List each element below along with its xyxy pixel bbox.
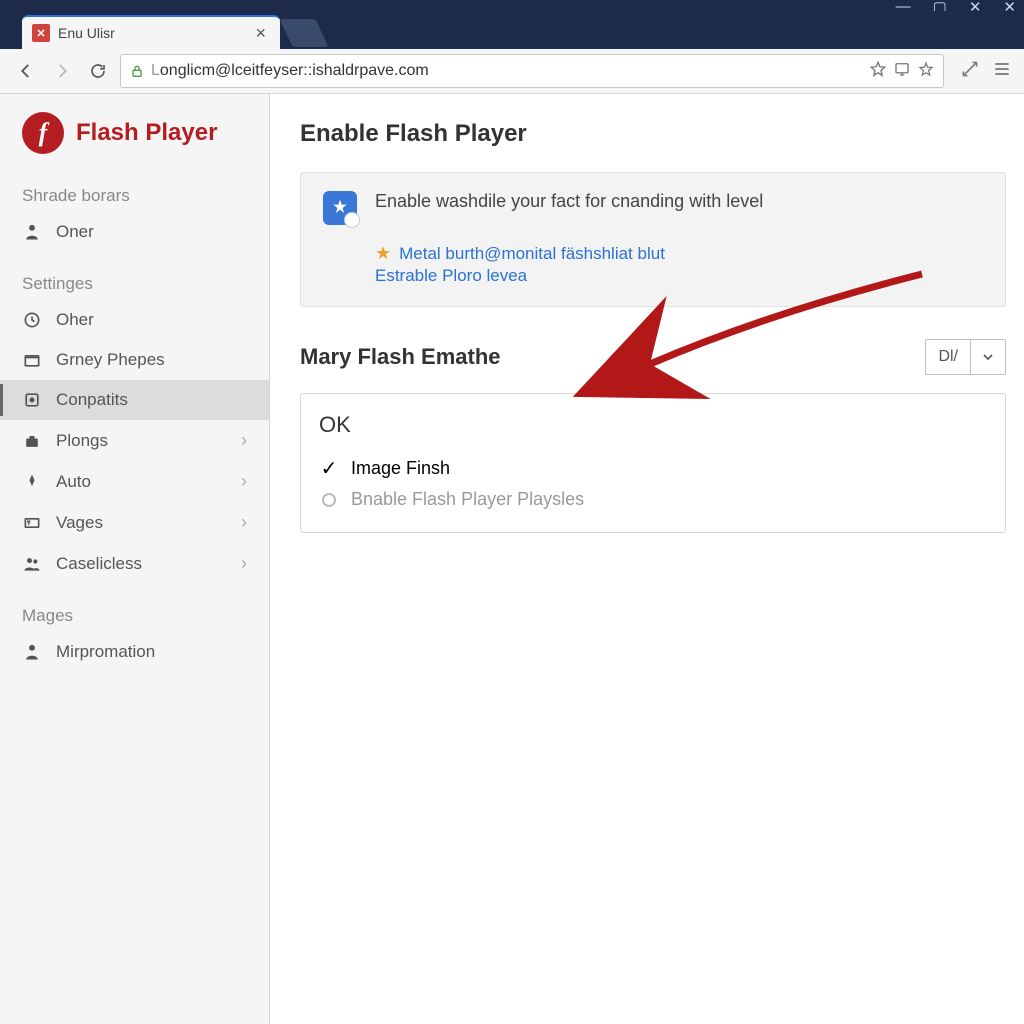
window-titlebar: — ▢ ✕ ✕	[0, 0, 1024, 11]
star-icon: ★	[375, 243, 391, 264]
option-bnable-flash[interactable]: Bnable Flash Player Playsles	[317, 485, 989, 514]
star-outline-icon[interactable]	[917, 60, 935, 83]
link-estrable[interactable]: Estrable Ploro levea	[375, 266, 527, 286]
sidebar-item-vages[interactable]: Vages ›	[0, 502, 269, 543]
sidebar-item-mirpromation[interactable]: Mirpromation	[0, 632, 269, 672]
info-banner: Enable washdile your fact for cnanding w…	[300, 172, 1006, 307]
sidebar-item-label: Plongs	[56, 431, 108, 451]
page-title: Enable Flash Player	[300, 120, 1006, 148]
person-icon	[22, 222, 42, 242]
app-icon	[323, 191, 357, 225]
option-label: Image Finsh	[351, 458, 450, 479]
chevron-right-icon: ›	[241, 553, 247, 574]
section-title: Mary Flash Emathe	[300, 344, 501, 370]
bookmark-page-icon[interactable]	[869, 60, 887, 83]
clock-icon	[22, 310, 42, 330]
sidebar-section-3: Mages	[0, 598, 269, 632]
address-bar[interactable]: Longlicm@lceitfeyser::ishaldrpave.com	[120, 54, 944, 88]
sidebar-item-label: Caselicless	[56, 554, 142, 574]
toolbar-right	[960, 59, 1012, 84]
chevron-down-icon[interactable]	[971, 340, 1005, 374]
textbox-icon	[22, 513, 42, 533]
tab-favicon: ✕	[32, 24, 50, 42]
tab-title: Enu Ulisr	[58, 25, 251, 41]
info-text: Enable washdile your fact for cnanding w…	[375, 191, 763, 225]
extensions-icon[interactable]	[960, 59, 980, 84]
browser-toolbar: Longlicm@lceitfeyser::ishaldrpave.com	[0, 49, 1024, 94]
sidebar-item-plongs[interactable]: Plongs ›	[0, 420, 269, 461]
flash-logo-icon: f	[22, 112, 64, 154]
forward-button[interactable]	[48, 57, 76, 85]
briefcase-icon	[22, 431, 42, 451]
back-button[interactable]	[12, 57, 40, 85]
main-panel: Enable Flash Player Enable washdile your…	[270, 94, 1024, 1024]
option-image-finsh[interactable]: ✓ Image Finsh	[317, 452, 989, 485]
folder-icon	[22, 350, 42, 370]
browser-tab[interactable]: ✕ Enu Ulisr ×	[22, 15, 280, 49]
chevron-right-icon: ›	[241, 512, 247, 533]
person-icon	[22, 642, 42, 662]
sidebar-item-oher[interactable]: Oher	[0, 300, 269, 340]
sidebar-item-grney-phepes[interactable]: Grney Phepes	[0, 340, 269, 380]
sidebar-item-label: Auto	[56, 472, 91, 492]
brand-header: f Flash Player	[0, 112, 269, 178]
brand-title: Flash Player	[76, 119, 217, 147]
check-icon: ✓	[319, 456, 339, 481]
rocket-icon	[22, 472, 42, 492]
filter-dropdown[interactable]: Dl/	[925, 339, 1006, 375]
reload-button[interactable]	[84, 57, 112, 85]
plugin-icon	[22, 390, 42, 410]
sidebar: f Flash Player Shrade borars Oner Settin…	[0, 94, 270, 1024]
sidebar-item-label: Mirpromation	[56, 642, 155, 662]
sidebar-item-conpatits[interactable]: Conpatits	[0, 380, 269, 420]
sidebar-item-label: Oher	[56, 310, 94, 330]
present-icon[interactable]	[893, 60, 911, 83]
sidebar-item-caselicless[interactable]: Caselicless ›	[0, 543, 269, 584]
ok-label: OK	[317, 412, 989, 438]
info-links: ★ Metal burth@monital fäshshliat blut Es…	[323, 243, 983, 286]
tab-close-button[interactable]: ×	[251, 23, 270, 44]
sidebar-item-label: Conpatits	[56, 390, 128, 410]
sidebar-section-2: Settinges	[0, 266, 269, 300]
sidebar-item-auto[interactable]: Auto ›	[0, 461, 269, 502]
content-area: f Flash Player Shrade borars Oner Settin…	[0, 94, 1024, 1024]
url-text: Longlicm@lceitfeyser::ishaldrpave.com	[151, 62, 863, 80]
chevron-right-icon: ›	[241, 471, 247, 492]
sidebar-section-1: Shrade borars	[0, 178, 269, 212]
options-panel: OK ✓ Image Finsh Bnable Flash Player Pla…	[300, 393, 1006, 533]
option-label: Bnable Flash Player Playsles	[351, 489, 584, 510]
sidebar-item-label: Grney Phepes	[56, 350, 165, 370]
sidebar-item-oner[interactable]: Oner	[0, 212, 269, 252]
sidebar-item-label: Vages	[56, 513, 103, 533]
section-header-row: Mary Flash Emathe Dl/	[300, 339, 1006, 375]
radio-icon	[322, 493, 336, 507]
menu-icon[interactable]	[992, 59, 1012, 84]
people-icon	[22, 554, 42, 574]
sidebar-item-label: Oner	[56, 222, 94, 242]
link-metal[interactable]: Metal burth@monital fäshshliat blut	[399, 244, 665, 264]
chevron-right-icon: ›	[241, 430, 247, 451]
lock-icon	[129, 63, 145, 79]
dropdown-value: Dl/	[926, 340, 971, 374]
new-tab-button[interactable]	[279, 19, 328, 47]
tab-strip: ✕ Enu Ulisr ×	[0, 11, 1024, 49]
